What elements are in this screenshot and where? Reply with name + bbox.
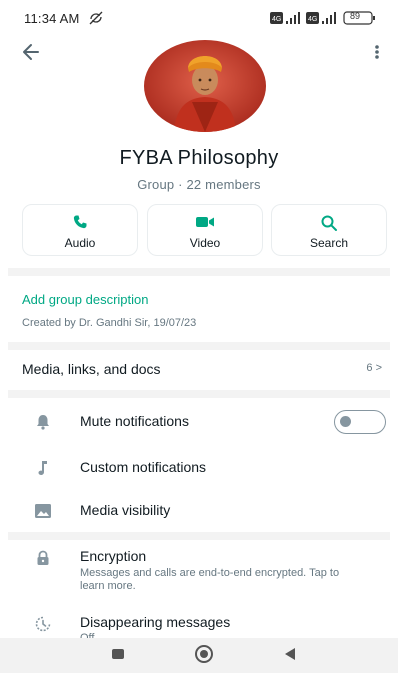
section-divider — [8, 390, 390, 398]
add-group-description-link[interactable]: Add group description — [22, 292, 148, 307]
svg-text:4G: 4G — [272, 16, 281, 23]
search-button[interactable]: Search — [271, 204, 387, 256]
audio-label: Audio — [64, 236, 96, 250]
more-vertical-icon — [368, 45, 386, 68]
media-links-docs-label: Media, links, and docs — [22, 361, 161, 377]
custom-notifications-label: Custom notifications — [80, 459, 207, 475]
recent-apps-button[interactable] — [108, 646, 128, 666]
group-name: FYBA Philosophy — [119, 147, 279, 169]
mute-notifications-toggle[interactable] — [334, 410, 386, 434]
group-member-count: Group · 22 members — [137, 177, 261, 192]
image-icon — [34, 502, 52, 520]
status-icons: 4G 4G 89 — [270, 11, 382, 25]
video-camera-icon — [195, 214, 215, 232]
search-label: Search — [309, 236, 349, 250]
group-avatar[interactable] — [144, 40, 266, 132]
square-icon — [110, 646, 126, 667]
lock-icon — [34, 549, 52, 567]
toggle-knob — [340, 416, 351, 427]
status-time: 11:34 AM — [24, 11, 80, 26]
mute-notifications-label: Mute notifications — [80, 413, 189, 429]
battery-level: 89 — [350, 11, 361, 21]
encryption-description: Messages and calls are end-to-end encryp… — [80, 567, 340, 592]
media-links-docs-row[interactable]: Media, links, and docs 6 > — [8, 350, 390, 388]
section-divider — [8, 532, 390, 540]
media-visibility-row[interactable] — [8, 490, 390, 532]
system-navigation-bar — [0, 638, 398, 673]
bell-icon — [34, 413, 52, 431]
svg-text:4G: 4G — [308, 16, 317, 23]
back-button[interactable] — [18, 40, 46, 64]
video-call-button[interactable]: Video — [147, 204, 263, 256]
video-label: Video — [189, 236, 221, 250]
section-divider — [8, 342, 390, 350]
phone-icon — [72, 214, 88, 232]
timer-icon — [34, 615, 52, 633]
media-count: 6 > — [366, 362, 382, 374]
search-icon — [320, 214, 338, 232]
back-nav-button[interactable] — [280, 646, 300, 666]
circle-home-icon — [194, 644, 214, 669]
disappearing-messages-label: Disappearing messages — [80, 614, 231, 630]
created-by-text: Created by Dr. Gandhi Sir, 19/07/23 — [22, 317, 197, 329]
mute-notifications-row[interactable] — [8, 400, 390, 444]
music-note-icon — [34, 459, 52, 477]
arrow-left-icon — [18, 44, 46, 68]
encryption-label: Encryption — [80, 548, 147, 564]
more-options-button[interactable] — [368, 40, 386, 64]
status-bar: 11:34 AM 4G 4G 89 — [0, 0, 398, 36]
media-visibility-label: Media visibility — [80, 502, 171, 518]
sync-off-icon — [88, 10, 104, 26]
section-divider — [8, 268, 390, 276]
home-button[interactable] — [194, 644, 214, 669]
triangle-back-icon — [282, 646, 298, 667]
audio-call-button[interactable]: Audio — [22, 204, 138, 256]
